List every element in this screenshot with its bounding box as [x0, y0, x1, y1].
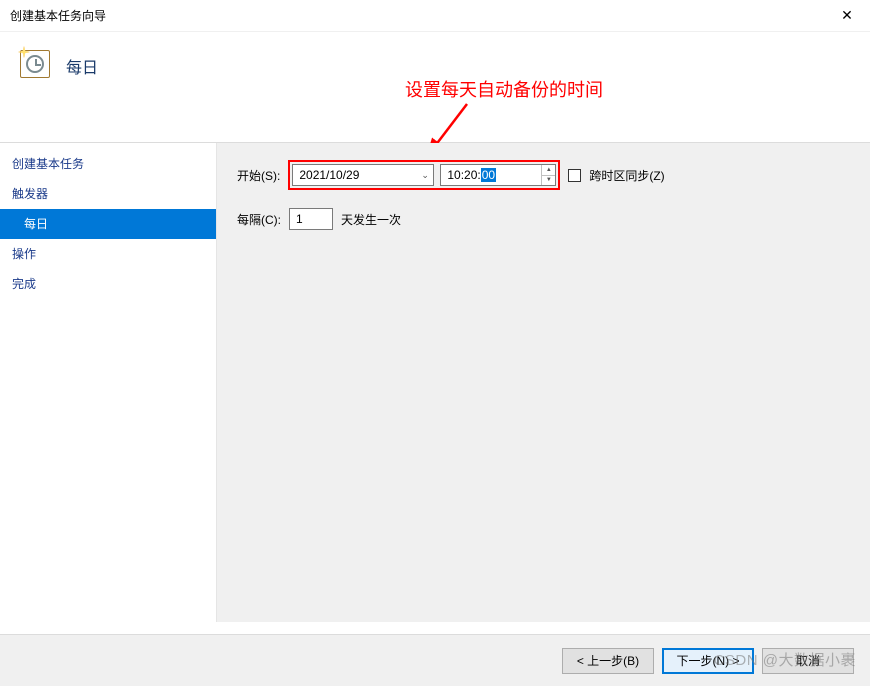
time-seconds-selected: 00: [481, 168, 496, 182]
sidebar-item-action[interactable]: 操作: [0, 239, 216, 269]
chevron-down-icon: ⌄: [421, 170, 429, 178]
wizard-main-panel: 开始(S): 2021/10/29 ⌄ 10:20:00 ▲ ▼ 跨时区同步(Z…: [216, 143, 870, 622]
sidebar-item-trigger[interactable]: 触发器: [0, 179, 216, 209]
start-label: 开始(S):: [237, 167, 280, 184]
cancel-button[interactable]: 取消: [762, 648, 854, 674]
start-time-row: 开始(S): 2021/10/29 ⌄ 10:20:00 ▲ ▼ 跨时区同步(Z…: [237, 161, 850, 189]
close-button[interactable]: ✕: [824, 0, 870, 32]
interval-label: 每隔(C):: [237, 211, 281, 228]
tz-sync-label: 跨时区同步(Z): [589, 167, 664, 184]
wizard-icon: [18, 46, 52, 80]
time-spinner[interactable]: ▲ ▼: [541, 165, 555, 185]
spinner-down-icon[interactable]: ▼: [541, 176, 555, 186]
interval-value: 1: [296, 212, 303, 226]
next-button[interactable]: 下一步(N) >: [662, 648, 754, 674]
content-area: 创建基本任务 触发器 每日 操作 完成 开始(S): 2021/10/29 ⌄ …: [0, 142, 870, 622]
highlight-box: 2021/10/29 ⌄ 10:20:00 ▲ ▼: [288, 160, 560, 190]
spinner-up-icon[interactable]: ▲: [541, 165, 555, 176]
back-button[interactable]: < 上一步(B): [562, 648, 654, 674]
wizard-button-row: < 上一步(B) 下一步(N) > 取消: [0, 634, 870, 686]
time-minutes: 20: [464, 168, 477, 182]
interval-input[interactable]: 1: [289, 208, 333, 230]
time-picker[interactable]: 10:20:00 ▲ ▼: [440, 164, 556, 186]
date-picker[interactable]: 2021/10/29 ⌄: [292, 164, 434, 186]
sidebar-item-daily[interactable]: 每日: [0, 209, 216, 239]
page-title: 每日: [66, 54, 98, 78]
interval-row: 每隔(C): 1 天发生一次: [237, 205, 850, 233]
window-title: 创建基本任务向导: [10, 7, 106, 24]
time-hours: 10: [447, 168, 460, 182]
wizard-sidebar: 创建基本任务 触发器 每日 操作 完成: [0, 143, 216, 622]
date-value: 2021/10/29: [299, 168, 359, 182]
sidebar-item-finish[interactable]: 完成: [0, 269, 216, 299]
close-icon: ✕: [841, 7, 853, 24]
titlebar: 创建基本任务向导 ✕: [0, 0, 870, 32]
annotation-text: 设置每天自动备份的时间: [405, 76, 603, 102]
interval-suffix: 天发生一次: [341, 211, 401, 228]
tz-sync-checkbox[interactable]: [568, 169, 581, 182]
sidebar-item-create-task[interactable]: 创建基本任务: [0, 149, 216, 179]
